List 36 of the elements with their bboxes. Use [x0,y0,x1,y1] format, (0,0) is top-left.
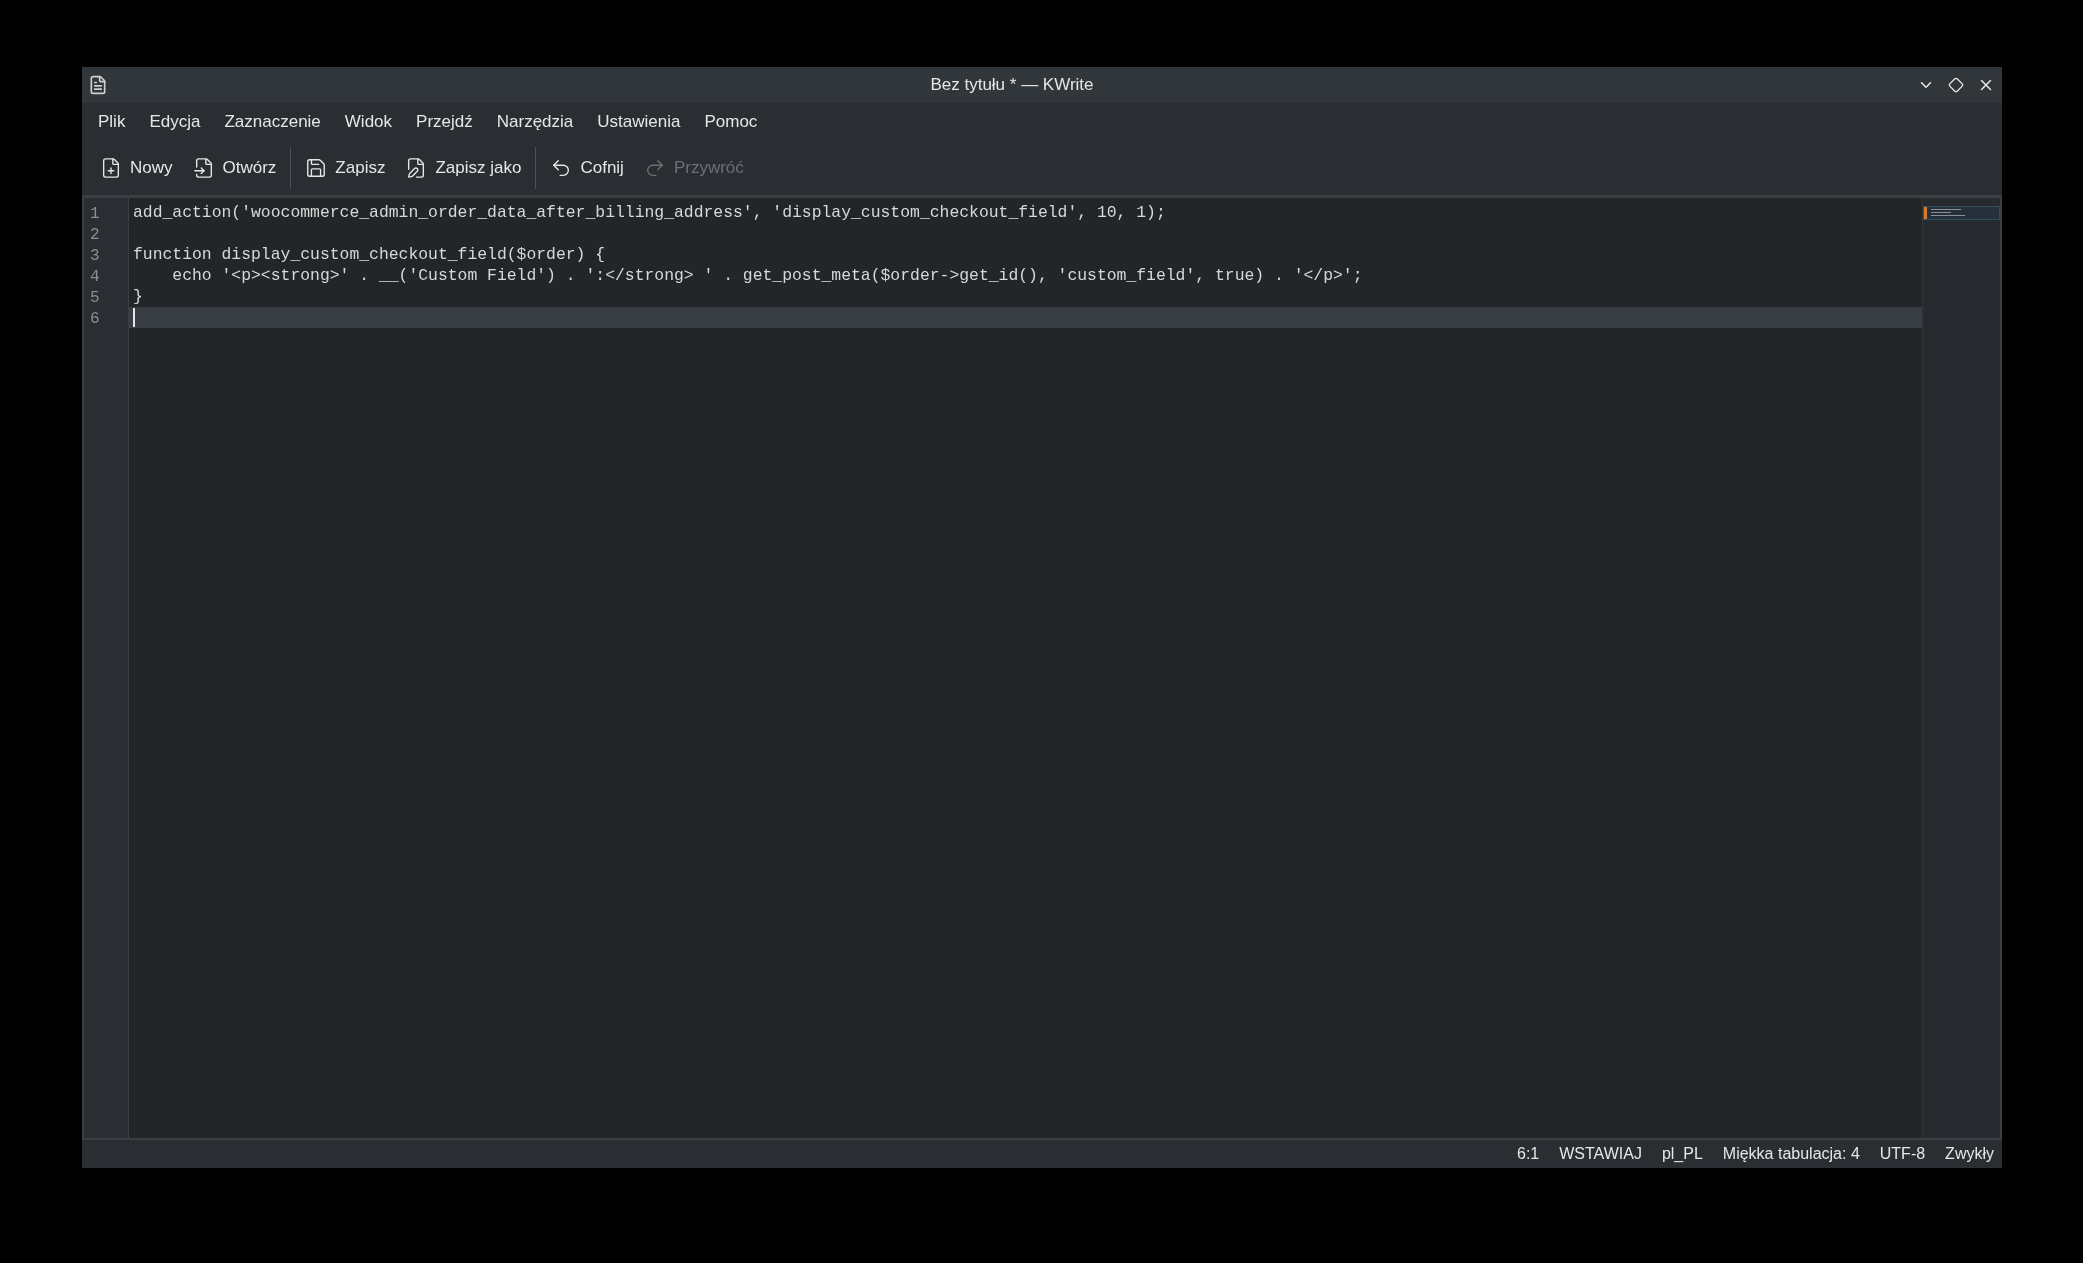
line-number: 6 [90,310,100,328]
status-item: Miękka tabulacja: 4 [1722,1144,1860,1164]
code-line: } [133,286,143,307]
menu-item[interactable]: Plik [86,106,138,137]
window-title: Bez tytułu * — KWrite [930,74,1094,97]
line-number: 2 [90,226,100,244]
line-number: 3 [90,247,100,265]
menu-item[interactable]: Ustawienia [585,106,693,137]
code-line: add_action('woocommerce_admin_order_data_after_billing_address', 'display_custom_checkout_field', 10, 1); [133,202,1166,223]
toolbar-button[interactable]: Cofnij [540,147,634,188]
code-line: function display_custom_checkout_field($order) { [133,244,606,265]
menu-item[interactable]: Przejdź [404,106,485,137]
menu-item[interactable]: Pomoc [692,106,770,137]
document-icon [88,74,108,96]
status-item: Zwykły [1945,1144,1994,1164]
toolbar-button[interactable]: Nowy [90,147,183,188]
open-file-icon [192,156,215,179]
menu-item[interactable]: Narzędzia [484,106,586,137]
line-number: 4 [90,268,100,286]
line-number: 5 [90,289,100,307]
menu-item[interactable]: Widok [332,106,405,137]
menu-item[interactable]: Edycja [137,106,213,137]
line-number: 1 [90,205,100,223]
code-line: echo '<p><strong>' . __('Custom Field') . ':</strong> ' . get_post_meta($order->get_id(), 'custom_field', true) . '</p>'; [171,265,1363,286]
status-item: pl_PL [1661,1144,1703,1164]
new-file-icon [100,156,122,179]
toolbar-button[interactable]: Zapisz jako [395,147,532,188]
menu-item[interactable]: Zaznaczenie [212,106,333,137]
status-item: WSTAWIAJ [1559,1144,1642,1164]
status-item: 6:1 [1517,1144,1540,1164]
diamond-icon [1948,77,1964,93]
maximize-button[interactable] [1946,75,1966,95]
toolbar-button[interactable]: Otwórz [182,147,287,188]
text-cursor [133,308,135,327]
toolbar-button[interactable]: Zapisz [295,147,396,188]
status-item: UTF-8 [1879,1144,1926,1164]
